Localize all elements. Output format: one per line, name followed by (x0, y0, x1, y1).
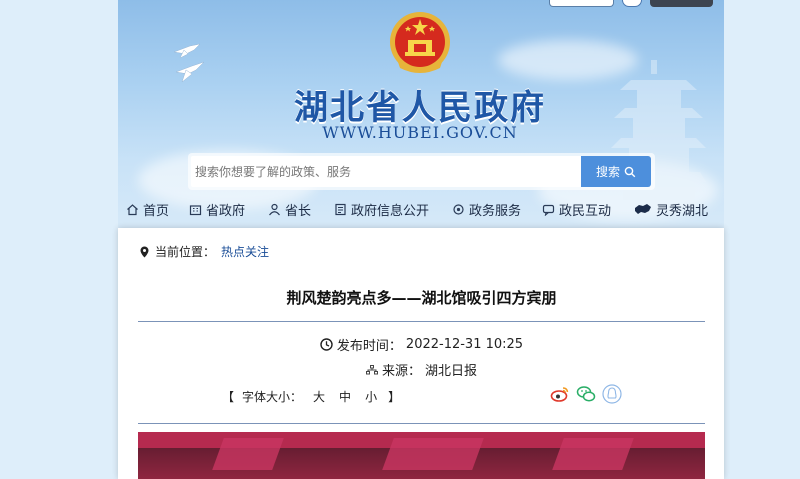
publish-time: 发布时间： 2022-12-31 10:25 (138, 335, 705, 354)
site-title: 湖北省人民政府 (294, 88, 546, 128)
breadcrumb-prefix: 当前位置： (155, 245, 216, 259)
article-source: 来源： 湖北日报 (138, 360, 705, 379)
site-url: WWW.HUBEI.GOV.CN (322, 123, 518, 142)
nav-item-label: 政民互动 (559, 204, 612, 219)
building-icon (189, 205, 202, 216)
hubei-map-icon (635, 204, 651, 214)
nav-item-label: 灵秀湖北 (656, 204, 709, 219)
sitemap-icon (365, 364, 378, 374)
cranes-icon (173, 43, 205, 83)
search-button[interactable]: 搜索 (581, 156, 651, 187)
weibo-icon[interactable] (550, 384, 570, 404)
publish-time-label: 发布时间： (336, 339, 402, 354)
article-title: 荆风楚韵亮点多——湖北馆吸引四方宾朋 (286, 289, 557, 307)
font-size-label: 字体大小： (242, 390, 303, 404)
national-emblem-icon (390, 12, 450, 73)
font-size-control: 【 字体大小： 大 中 小 】 (222, 388, 400, 405)
publish-time-value: 2022-12-31 10:25 (405, 337, 524, 352)
nav-item-gov-services[interactable]: 政务服务 (452, 200, 521, 219)
wechat-icon[interactable] (576, 384, 596, 404)
source-label: 来源： (381, 364, 421, 379)
font-size-medium[interactable]: 中 (339, 388, 351, 405)
qq-icon[interactable] (602, 384, 622, 404)
search-icon (624, 166, 636, 177)
search-button-label: 搜索 (595, 165, 620, 179)
nav-item-label: 政府信息公开 (351, 204, 430, 219)
font-size-large[interactable]: 大 (313, 388, 325, 405)
font-size-small[interactable]: 小 (365, 388, 377, 405)
search-input[interactable] (191, 156, 581, 187)
nav-item-provincial-government[interactable]: 省政府 (189, 200, 245, 219)
nav-item-governor[interactable]: 省长 (268, 200, 311, 219)
chat-icon (542, 204, 555, 216)
nav-item-label: 省长 (285, 204, 312, 219)
main-nav: 首页 省政府 省长 政府信息公开 政务服务 政民互动 灵秀湖北 (118, 196, 724, 224)
document-icon (335, 203, 346, 216)
service-icon (453, 204, 464, 215)
nav-item-lingxiu-hubei[interactable]: 灵秀湖北 (634, 200, 708, 219)
login-button[interactable] (650, 0, 713, 7)
person-icon (269, 203, 280, 216)
font-size-bracket-close: 】 (388, 390, 401, 404)
share-bar (550, 384, 622, 404)
nav-item-label: 政务服务 (469, 204, 522, 219)
top-link-button[interactable] (549, 0, 614, 7)
clock-icon (320, 338, 333, 351)
breadcrumb-link-hot-topics[interactable]: 热点关注 (221, 243, 269, 260)
breadcrumb: 当前位置： 热点关注 (140, 243, 269, 260)
meta-divider (138, 423, 705, 424)
source-value: 湖北日报 (425, 364, 478, 379)
nav-item-label: 首页 (143, 204, 170, 219)
nav-item-public-interaction[interactable]: 政民互动 (542, 200, 611, 219)
page-background-right (724, 0, 800, 479)
nav-item-label: 省政府 (206, 204, 246, 219)
location-pin-icon (140, 246, 149, 257)
article-photo (138, 432, 705, 479)
home-icon (127, 204, 138, 216)
title-divider (138, 321, 705, 322)
page-background-left (0, 0, 118, 479)
nav-item-home[interactable]: 首页 (126, 200, 169, 219)
nav-item-gov-info-disclosure[interactable]: 政府信息公开 (334, 200, 429, 219)
font-size-bracket-open: 【 (222, 390, 235, 404)
